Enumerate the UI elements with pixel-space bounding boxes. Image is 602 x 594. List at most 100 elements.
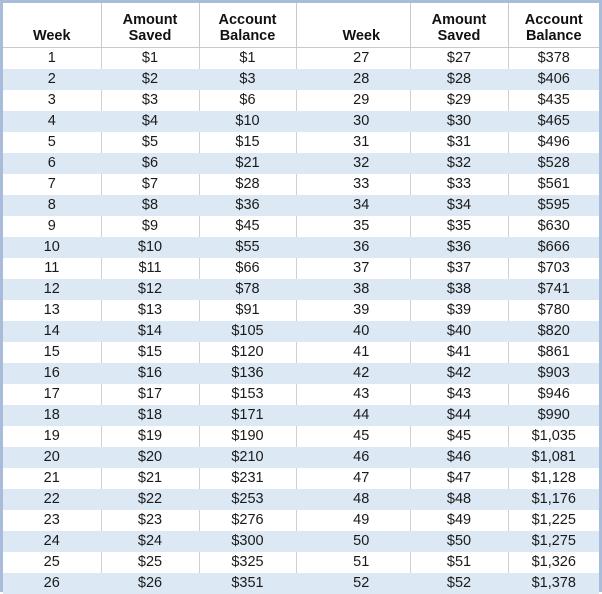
cell-account-balance-right: $1,326 <box>508 552 599 573</box>
column-header-account-balance-right: Account Balance <box>508 3 599 48</box>
cell-week-left: 2 <box>3 69 101 90</box>
cell-account-balance-left: $190 <box>199 426 296 447</box>
cell-week-left: 25 <box>3 552 101 573</box>
cell-amount-saved-left: $19 <box>101 426 199 447</box>
cell-amount-saved-left: $8 <box>101 195 199 216</box>
cell-spacer <box>296 216 313 237</box>
cell-amount-saved-left: $4 <box>101 111 199 132</box>
cell-amount-saved-right: $47 <box>410 468 508 489</box>
cell-week-right: 52 <box>313 573 410 594</box>
cell-week-left: 9 <box>3 216 101 237</box>
cell-account-balance-right: $406 <box>508 69 599 90</box>
cell-account-balance-right: $1,035 <box>508 426 599 447</box>
cell-amount-saved-right: $48 <box>410 489 508 510</box>
cell-amount-saved-right: $33 <box>410 174 508 195</box>
cell-account-balance-right: $820 <box>508 321 599 342</box>
table-row: 1$1$127$27$378 <box>3 48 599 70</box>
table-row: 21$21$23147$47$1,128 <box>3 468 599 489</box>
table-row: 18$18$17144$44$990 <box>3 405 599 426</box>
cell-week-left: 26 <box>3 573 101 594</box>
cell-week-right: 31 <box>313 132 410 153</box>
table-row: 11$11$6637$37$703 <box>3 258 599 279</box>
cell-week-right: 44 <box>313 405 410 426</box>
cell-spacer <box>296 468 313 489</box>
cell-amount-saved-right: $30 <box>410 111 508 132</box>
cell-week-right: 51 <box>313 552 410 573</box>
cell-amount-saved-right: $31 <box>410 132 508 153</box>
cell-amount-saved-left: $22 <box>101 489 199 510</box>
cell-amount-saved-right: $35 <box>410 216 508 237</box>
cell-week-left: 15 <box>3 342 101 363</box>
cell-amount-saved-right: $40 <box>410 321 508 342</box>
cell-account-balance-right: $465 <box>508 111 599 132</box>
cell-account-balance-left: $231 <box>199 468 296 489</box>
header-line-1: Amount <box>413 12 506 28</box>
cell-week-left: 5 <box>3 132 101 153</box>
table-row: 7$7$2833$33$561 <box>3 174 599 195</box>
cell-account-balance-right: $1,128 <box>508 468 599 489</box>
cell-week-right: 39 <box>313 300 410 321</box>
cell-amount-saved-left: $25 <box>101 552 199 573</box>
cell-spacer <box>296 174 313 195</box>
table-row: 4$4$1030$30$465 <box>3 111 599 132</box>
header-line-2: Week <box>33 28 71 44</box>
cell-amount-saved-right: $36 <box>410 237 508 258</box>
table-row: 13$13$9139$39$780 <box>3 300 599 321</box>
table-row: 8$8$3634$34$595 <box>3 195 599 216</box>
cell-account-balance-left: $15 <box>199 132 296 153</box>
cell-week-right: 34 <box>313 195 410 216</box>
cell-account-balance-right: $861 <box>508 342 599 363</box>
cell-account-balance-left: $10 <box>199 111 296 132</box>
cell-spacer <box>296 384 313 405</box>
cell-week-left: 8 <box>3 195 101 216</box>
cell-week-left: 4 <box>3 111 101 132</box>
cell-amount-saved-left: $20 <box>101 447 199 468</box>
table-row: 23$23$27649$49$1,225 <box>3 510 599 531</box>
cell-spacer <box>296 510 313 531</box>
cell-amount-saved-right: $46 <box>410 447 508 468</box>
table-row: 20$20$21046$46$1,081 <box>3 447 599 468</box>
cell-account-balance-right: $435 <box>508 90 599 111</box>
spreadsheet-table-area: Week Amount Saved Account Balance Week A… <box>0 0 602 592</box>
cell-week-right: 35 <box>313 216 410 237</box>
cell-week-right: 40 <box>313 321 410 342</box>
cell-amount-saved-right: $41 <box>410 342 508 363</box>
cell-spacer <box>296 531 313 552</box>
cell-week-right: 50 <box>313 531 410 552</box>
table-body: 1$1$127$27$3782$2$328$28$4063$3$629$29$4… <box>3 48 599 594</box>
header-line-1: Account <box>511 12 598 28</box>
table-row: 3$3$629$29$435 <box>3 90 599 111</box>
cell-account-balance-left: $276 <box>199 510 296 531</box>
cell-spacer <box>296 153 313 174</box>
cell-spacer <box>296 405 313 426</box>
cell-week-left: 22 <box>3 489 101 510</box>
cell-week-right: 43 <box>313 384 410 405</box>
cell-amount-saved-right: $34 <box>410 195 508 216</box>
cell-week-left: 1 <box>3 48 101 70</box>
cell-week-left: 3 <box>3 90 101 111</box>
cell-week-right: 29 <box>313 90 410 111</box>
cell-week-left: 14 <box>3 321 101 342</box>
cell-spacer <box>296 48 313 70</box>
cell-amount-saved-left: $12 <box>101 279 199 300</box>
cell-amount-saved-left: $10 <box>101 237 199 258</box>
header-line-2: Saved <box>413 28 506 44</box>
cell-account-balance-left: $136 <box>199 363 296 384</box>
cell-account-balance-right: $703 <box>508 258 599 279</box>
cell-spacer <box>296 132 313 153</box>
column-header-amount-saved-right: Amount Saved <box>410 3 508 48</box>
cell-week-left: 7 <box>3 174 101 195</box>
cell-amount-saved-left: $21 <box>101 468 199 489</box>
cell-amount-saved-left: $16 <box>101 363 199 384</box>
cell-spacer <box>296 69 313 90</box>
cell-amount-saved-right: $38 <box>410 279 508 300</box>
cell-amount-saved-left: $13 <box>101 300 199 321</box>
table-row: 19$19$19045$45$1,035 <box>3 426 599 447</box>
cell-account-balance-left: $6 <box>199 90 296 111</box>
table-row: 5$5$1531$31$496 <box>3 132 599 153</box>
cell-amount-saved-left: $1 <box>101 48 199 70</box>
cell-account-balance-right: $741 <box>508 279 599 300</box>
cell-week-right: 27 <box>313 48 410 70</box>
cell-account-balance-left: $1 <box>199 48 296 70</box>
cell-week-right: 49 <box>313 510 410 531</box>
